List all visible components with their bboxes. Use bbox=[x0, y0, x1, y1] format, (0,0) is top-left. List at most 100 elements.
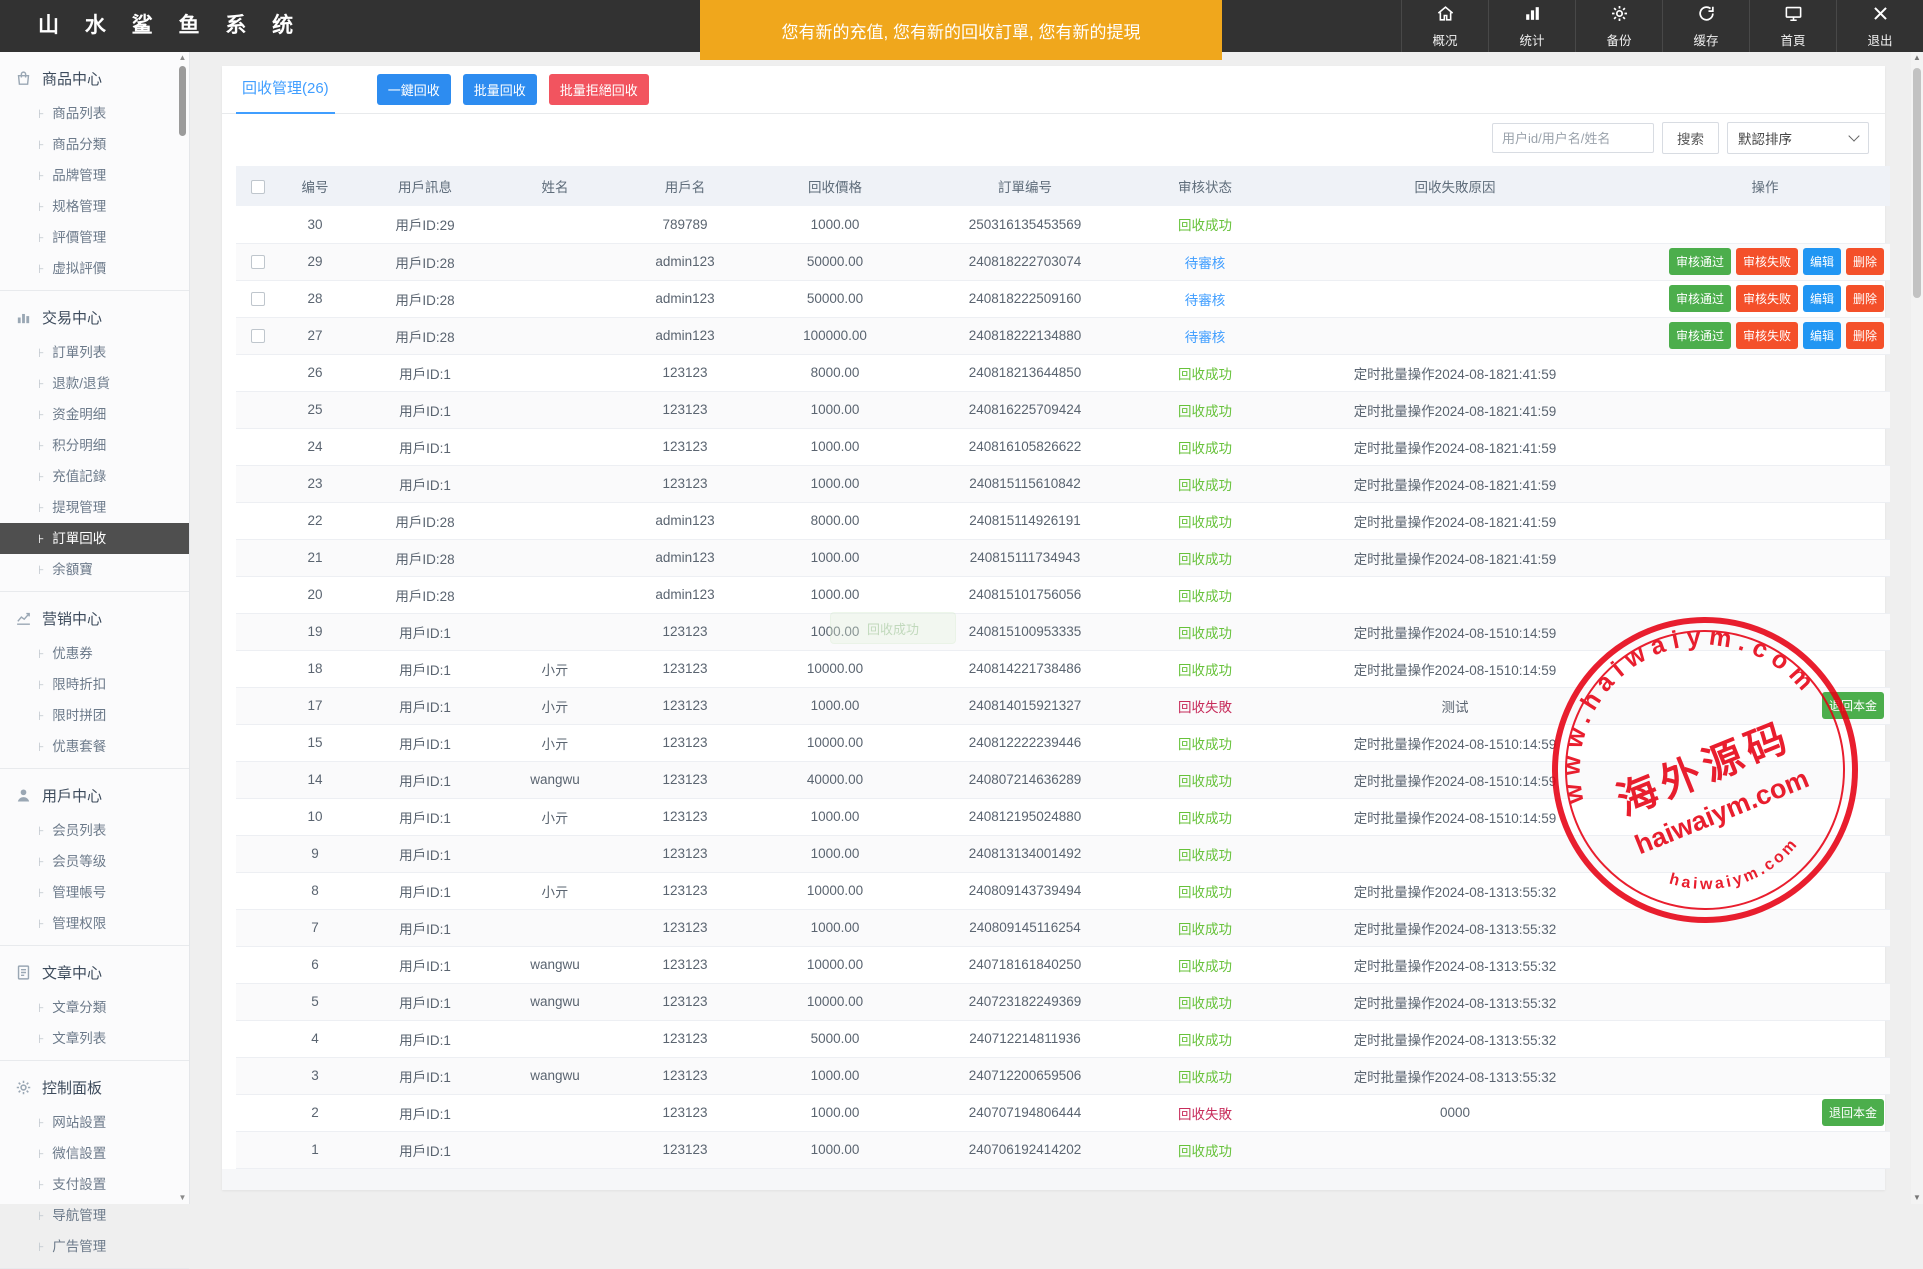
topnav-item-3[interactable]: 备份 bbox=[1575, 0, 1662, 52]
row-checkbox[interactable] bbox=[251, 292, 265, 306]
del-button[interactable]: 删除 bbox=[1846, 322, 1884, 349]
row-user-info: 用戶ID:28 bbox=[350, 502, 500, 539]
approve-button[interactable]: 审核通过 bbox=[1669, 248, 1731, 275]
gear-icon bbox=[1610, 4, 1629, 28]
sidebar-item[interactable]: ⊦余額寶 bbox=[0, 554, 189, 585]
sidebar-item[interactable]: ⊦限时拼团 bbox=[0, 700, 189, 731]
sidebar-group-head[interactable]: 文章中心 bbox=[0, 952, 189, 992]
sidebar-item[interactable]: ⊦品牌管理 bbox=[0, 160, 189, 191]
sidebar-item[interactable]: ⊦評價管理 bbox=[0, 222, 189, 253]
row-id: 9 bbox=[280, 835, 350, 872]
reject-button[interactable]: 审核失败 bbox=[1736, 248, 1798, 275]
row-status: 回收成功 bbox=[1140, 909, 1270, 946]
sidebar-group-head[interactable]: 用戶中心 bbox=[0, 775, 189, 815]
sidebar-group-head[interactable]: 交易中心 bbox=[0, 297, 189, 337]
sidebar-scroll-thumb[interactable] bbox=[179, 66, 186, 136]
sidebar-item[interactable]: ⊦会员等级 bbox=[0, 846, 189, 877]
edit-button[interactable]: 编辑 bbox=[1803, 248, 1841, 275]
sidebar-item[interactable]: ⊦网站設置 bbox=[0, 1107, 189, 1138]
sidebar-group-head[interactable]: 控制面板 bbox=[0, 1067, 189, 1107]
sidebar-scrollbar[interactable]: ▲ ▼ bbox=[177, 52, 188, 1204]
sidebar-item[interactable]: ⊦退款/退貨 bbox=[0, 368, 189, 399]
row-id: 17 bbox=[280, 687, 350, 724]
topnav-item-4[interactable]: 缓存 bbox=[1662, 0, 1749, 52]
row-user-info: 用戶ID:1 bbox=[350, 687, 500, 724]
sidebar-scroll-down-icon[interactable]: ▼ bbox=[177, 1192, 188, 1204]
chart-icon bbox=[15, 309, 32, 326]
sidebar-item[interactable]: ⊦限時折扣 bbox=[0, 669, 189, 700]
tab-recycle-management[interactable]: 回收管理(26) bbox=[236, 66, 335, 114]
sidebar-group-head[interactable]: 商品中心 bbox=[0, 58, 189, 98]
sidebar-item[interactable]: ⊦商品分類 bbox=[0, 129, 189, 160]
sidebar-item[interactable]: ⊦訂單回收 bbox=[0, 523, 189, 554]
sidebar-item[interactable]: ⊦商品列表 bbox=[0, 98, 189, 129]
del-button[interactable]: 删除 bbox=[1846, 285, 1884, 312]
sidebar-item[interactable]: ⊦訂單列表 bbox=[0, 337, 189, 368]
sidebar-group-head[interactable]: 营销中心 bbox=[0, 598, 189, 638]
row-checkbox[interactable] bbox=[251, 255, 265, 269]
sidebar-item[interactable]: ⊦虚拟評價 bbox=[0, 253, 189, 284]
row-status: 回收成功 bbox=[1140, 650, 1270, 687]
row-status: 回收成功 bbox=[1140, 983, 1270, 1020]
edit-button[interactable]: 编辑 bbox=[1803, 285, 1841, 312]
sidebar-scroll-up-icon[interactable]: ▲ bbox=[177, 52, 188, 64]
row-user-info: 用戶ID:28 bbox=[350, 317, 500, 354]
approve-button[interactable]: 审核通过 bbox=[1669, 285, 1731, 312]
row-username: admin123 bbox=[610, 576, 760, 613]
topnav-item-5[interactable]: 首頁 bbox=[1749, 0, 1836, 52]
row-order-no: 240718161840250 bbox=[910, 946, 1140, 983]
sidebar-item[interactable]: ⊦提現管理 bbox=[0, 492, 189, 523]
sidebar-item[interactable]: ⊦资金明细 bbox=[0, 399, 189, 430]
page-scrollbar[interactable]: ▲ ▼ bbox=[1911, 52, 1923, 1204]
edit-button[interactable]: 编辑 bbox=[1803, 322, 1841, 349]
approve-button[interactable]: 审核通过 bbox=[1669, 322, 1731, 349]
sidebar-group-4: 用戶中心⊦会员列表⊦会员等级⊦管理帳号⊦管理权限 bbox=[0, 769, 189, 946]
sidebar-item[interactable]: ⊦广告管理 bbox=[0, 1231, 189, 1262]
row-name: 小亓 bbox=[500, 724, 610, 761]
column-header: 审核状态 bbox=[1140, 166, 1270, 206]
sidebar-item[interactable]: ⊦支付設置 bbox=[0, 1169, 189, 1200]
sidebar-item[interactable]: ⊦管理权限 bbox=[0, 908, 189, 939]
row-checkbox[interactable] bbox=[251, 329, 265, 343]
refund-button[interactable]: 退回本金 bbox=[1822, 692, 1884, 719]
page-scroll-up-icon[interactable]: ▲ bbox=[1911, 52, 1923, 64]
top-nav: 概况统计备份缓存首頁退出 bbox=[1401, 0, 1923, 52]
row-fail-reason: 定时批量操作2024-08-1821:41:59 bbox=[1270, 354, 1640, 391]
sidebar-item[interactable]: ⊦规格管理 bbox=[0, 191, 189, 222]
refund-button[interactable]: 退回本金 bbox=[1822, 1099, 1884, 1126]
sort-select[interactable]: 默認排序 bbox=[1727, 122, 1869, 154]
sidebar-item[interactable]: ⊦积分明细 bbox=[0, 430, 189, 461]
sidebar-item[interactable]: ⊦充值記錄 bbox=[0, 461, 189, 492]
page-scroll-thumb[interactable] bbox=[1913, 68, 1921, 298]
sidebar-item[interactable]: ⊦优惠套餐 bbox=[0, 731, 189, 762]
row-id: 21 bbox=[280, 539, 350, 576]
row-user-info: 用戶ID:1 bbox=[350, 761, 500, 798]
table-row: 27用戶ID:28admin123100000.0024081822213488… bbox=[236, 317, 1890, 354]
sidebar-item[interactable]: ⊦文章列表 bbox=[0, 1023, 189, 1054]
row-fail-reason bbox=[1270, 206, 1640, 243]
row-order-no: 240812195024880 bbox=[910, 798, 1140, 835]
search-input[interactable] bbox=[1492, 123, 1654, 153]
sidebar-item[interactable]: ⊦导航管理 bbox=[0, 1200, 189, 1231]
search-button[interactable]: 搜索 bbox=[1662, 122, 1719, 154]
topnav-item-1[interactable]: 概况 bbox=[1401, 0, 1488, 52]
sidebar-item[interactable]: ⊦微信設置 bbox=[0, 1138, 189, 1169]
sidebar-item[interactable]: ⊦管理帳号 bbox=[0, 877, 189, 908]
topnav-item-2[interactable]: 统计 bbox=[1488, 0, 1575, 52]
reject-button[interactable]: 审核失败 bbox=[1736, 285, 1798, 312]
row-operations bbox=[1640, 1057, 1890, 1094]
sidebar-item[interactable]: ⊦会员列表 bbox=[0, 815, 189, 846]
sidebar-item[interactable]: ⊦文章分類 bbox=[0, 992, 189, 1023]
page-scroll-down-icon[interactable]: ▼ bbox=[1911, 1192, 1923, 1204]
toolbar-button-2[interactable]: 批量回收 bbox=[463, 74, 537, 105]
topnav-item-6[interactable]: 退出 bbox=[1836, 0, 1923, 52]
select-all-checkbox[interactable] bbox=[251, 180, 265, 194]
del-button[interactable]: 删除 bbox=[1846, 248, 1884, 275]
sidebar-item[interactable]: ⊦优惠券 bbox=[0, 638, 189, 669]
row-order-no: 240816225709424 bbox=[910, 391, 1140, 428]
row-price: 8000.00 bbox=[760, 502, 910, 539]
toolbar-button-3[interactable]: 批量拒絕回收 bbox=[549, 74, 649, 105]
reject-button[interactable]: 审核失败 bbox=[1736, 322, 1798, 349]
row-name: wangwu bbox=[500, 1057, 610, 1094]
toolbar-button-1[interactable]: 一鍵回收 bbox=[377, 74, 451, 105]
